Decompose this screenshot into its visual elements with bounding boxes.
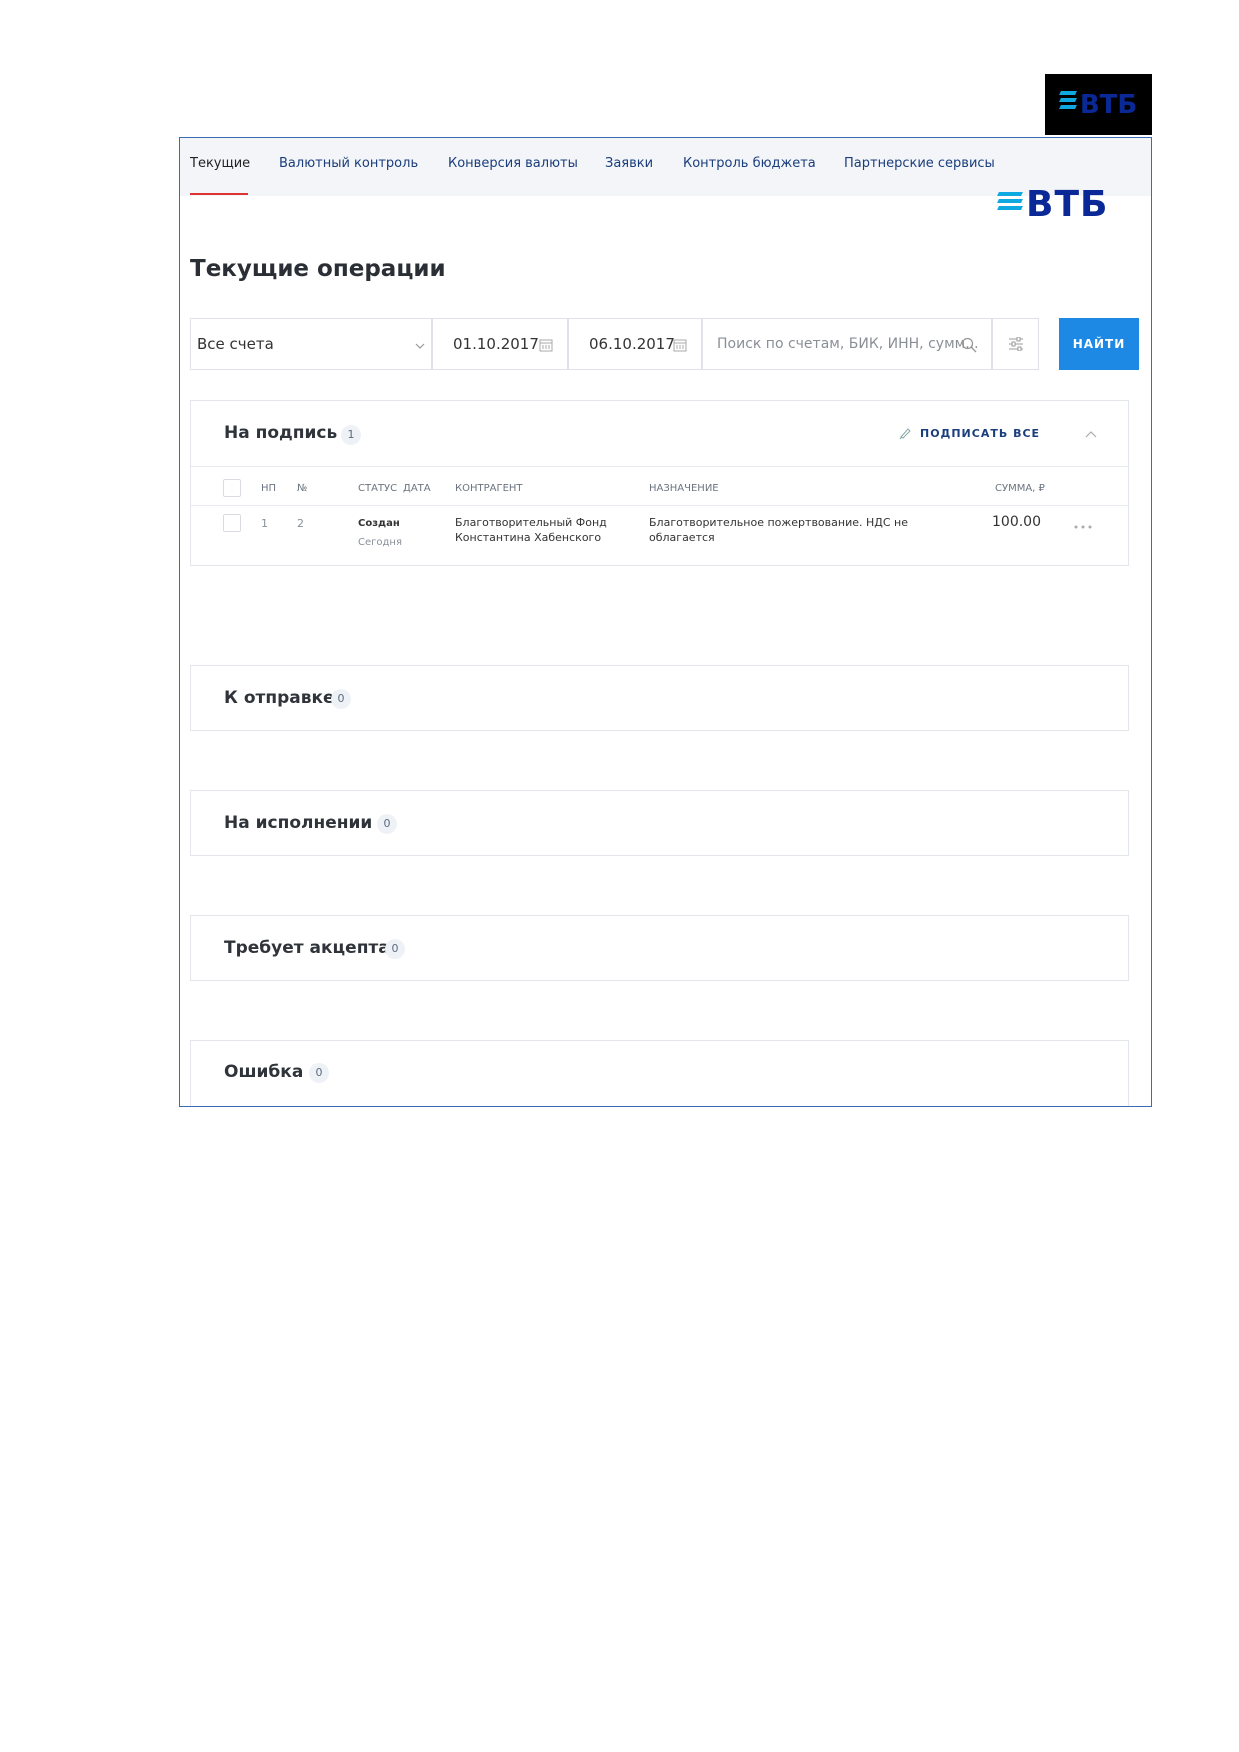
- account-select-value: Все счета: [197, 335, 274, 353]
- chevron-down-icon: [415, 343, 425, 349]
- divider: [191, 466, 1128, 467]
- col-number: №: [297, 483, 308, 494]
- col-np: НП: [261, 483, 277, 494]
- search-input[interactable]: Поиск по счетам, БИК, ИНН, сумм...: [702, 318, 992, 370]
- search-placeholder: Поиск по счетам, БИК, ИНН, сумм...: [717, 336, 979, 352]
- col-amount: СУММА, ₽: [995, 483, 1045, 494]
- col-purpose: НАЗНАЧЕНИЕ: [649, 483, 719, 494]
- select-all-checkbox[interactable]: [223, 479, 241, 497]
- vtb-logo: ВТБ: [997, 184, 1109, 225]
- active-tab-indicator: [190, 193, 248, 195]
- tab-partner-services[interactable]: Партнерские сервисы: [844, 156, 995, 171]
- date-to-value: 06.10.2017: [589, 335, 675, 353]
- vtb-logo-text: ВТБ: [1026, 184, 1109, 225]
- section-title: К отправке: [224, 688, 335, 708]
- chevron-up-icon[interactable]: [1085, 431, 1097, 438]
- section-title: Ошибка: [224, 1062, 304, 1082]
- calendar-icon[interactable]: [539, 338, 553, 352]
- header-logo: ВТБ: [1045, 74, 1152, 135]
- row-checkbox[interactable]: [223, 514, 241, 532]
- page-title: Текущие операции: [190, 256, 446, 282]
- tab-requests[interactable]: Заявки: [605, 156, 653, 171]
- vtb-stripes-icon: [997, 191, 1023, 210]
- count-badge: 0: [377, 814, 397, 834]
- date-from-value: 01.10.2017: [453, 335, 539, 353]
- filter-settings-button[interactable]: [992, 318, 1039, 370]
- header-logo-text: ВТБ: [1079, 89, 1138, 120]
- search-icon[interactable]: [961, 337, 977, 353]
- date-from-field[interactable]: 01.10.2017: [432, 318, 568, 370]
- col-date: ДАТА: [403, 483, 431, 494]
- col-counterparty: КОНТРАГЕНТ: [455, 483, 523, 494]
- logo-stripes-icon: [1058, 90, 1077, 109]
- tab-current[interactable]: Текущие: [190, 156, 250, 171]
- date-to-field[interactable]: 06.10.2017: [568, 318, 702, 370]
- count-badge: 0: [309, 1063, 329, 1083]
- pen-icon: [899, 428, 911, 440]
- find-button[interactable]: НАЙТИ: [1059, 318, 1139, 370]
- row-status: Создан: [358, 518, 400, 529]
- row-np: 1: [261, 517, 268, 530]
- row-amount: 100.00: [992, 514, 1041, 530]
- row-counterparty: Благотворительный Фонд Константина Хабен…: [455, 516, 607, 544]
- count-badge: 0: [385, 939, 405, 959]
- sliders-icon: [1008, 337, 1023, 351]
- section-to-send[interactable]: К отправке 0: [190, 665, 1129, 731]
- row-number: 2: [297, 517, 304, 530]
- tab-currency-control[interactable]: Валютный контроль: [279, 156, 418, 171]
- calendar-icon[interactable]: [673, 338, 687, 352]
- account-select[interactable]: Все счета: [190, 318, 432, 370]
- more-icon[interactable]: [1073, 524, 1093, 530]
- sign-all-button[interactable]: ПОДПИСАТЬ ВСЕ: [898, 426, 1040, 440]
- section-title: На исполнении: [224, 813, 373, 833]
- count-badge: 1: [341, 425, 361, 445]
- section-in-progress[interactable]: На исполнении 0: [190, 790, 1129, 856]
- section-title: Требует акцепта: [224, 938, 390, 958]
- section-to-sign: На подпись 1 ПОДПИСАТЬ ВСЕ НП № СТАТУС Д…: [190, 400, 1129, 566]
- tab-currency-conversion[interactable]: Конверсия валюты: [448, 156, 578, 171]
- row-date: Сегодня: [358, 537, 402, 548]
- table-row[interactable]: 1 2 Создан Сегодня Благотворительный Фон…: [191, 506, 1128, 566]
- app-screenshot-frame: Текущие Валютный контроль Конверсия валю…: [179, 137, 1152, 1107]
- col-status: СТАТУС: [358, 483, 398, 494]
- count-badge: 0: [331, 689, 351, 709]
- section-requires-acceptance[interactable]: Требует акцепта 0: [190, 915, 1129, 981]
- section-error[interactable]: Ошибка 0: [190, 1040, 1129, 1106]
- sign-all-label: ПОДПИСАТЬ ВСЕ: [920, 426, 1041, 440]
- tab-budget-control[interactable]: Контроль бюджета: [683, 156, 816, 171]
- row-purpose: Благотворительное пожертвование. НДС не …: [649, 516, 908, 544]
- section-title: На подпись: [224, 423, 338, 443]
